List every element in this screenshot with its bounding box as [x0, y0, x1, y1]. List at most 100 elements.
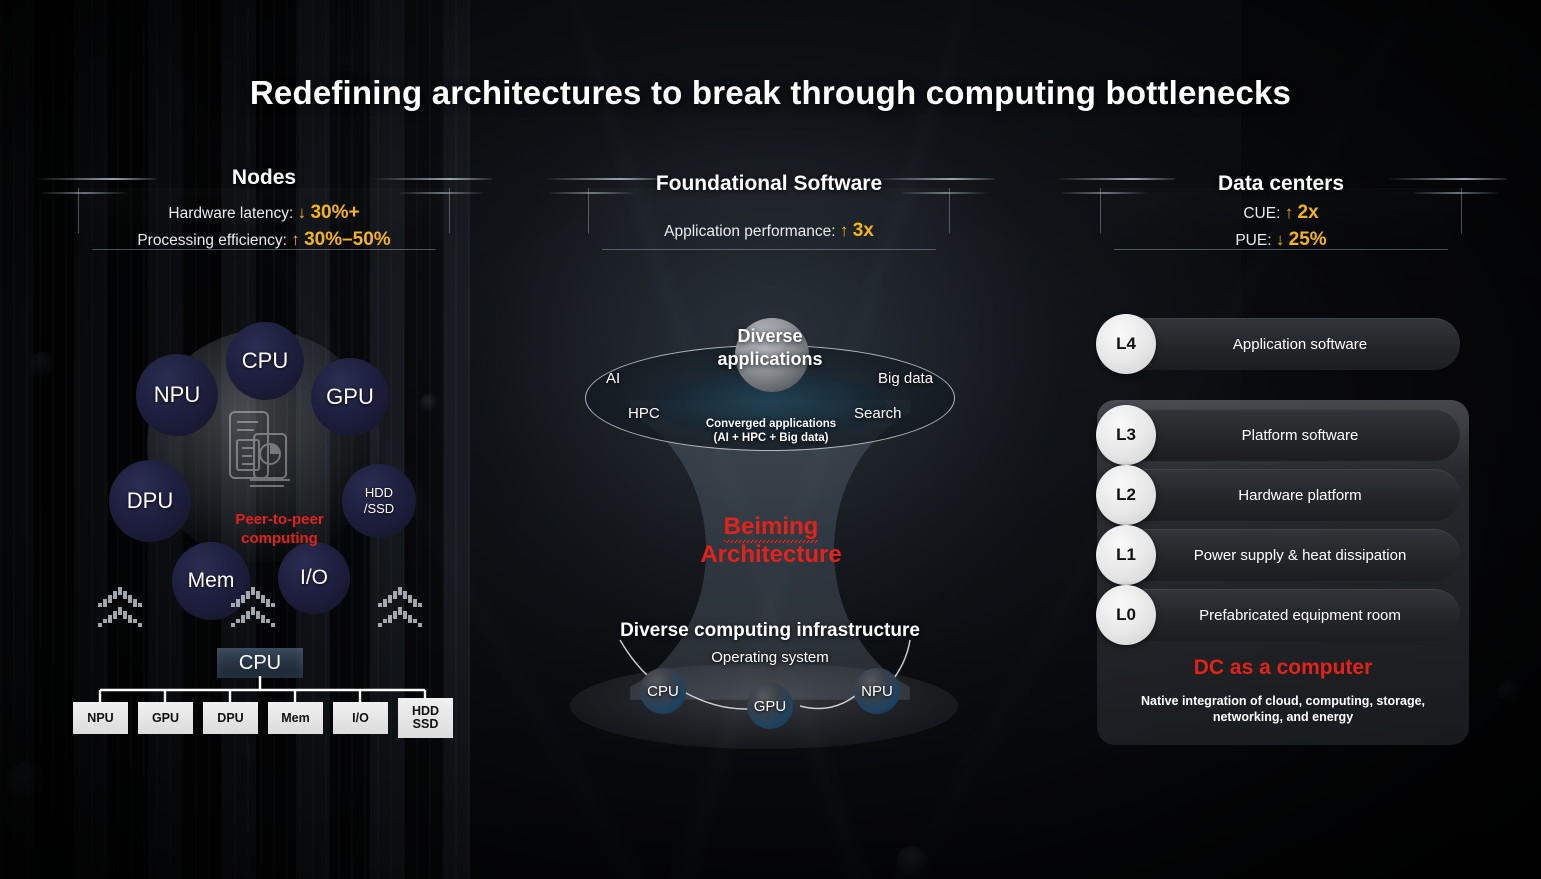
dc-layer-label: Hardware platform: [1238, 486, 1362, 504]
infra-chip-label: CPU: [647, 682, 679, 700]
metric-label: PUE:: [1235, 232, 1272, 249]
section-header-nodes: Nodes Hardware latency: ↓ 30%+ Processin…: [36, 166, 492, 276]
arrow-down-icon: ↓: [1275, 230, 1285, 249]
dc-layer-cap: L0: [1096, 585, 1156, 645]
ring-node-label: GPU: [326, 384, 374, 409]
dc-layer-label: Prefabricated equipment room: [1199, 606, 1401, 624]
arrow-down-icon: ↓: [297, 203, 307, 222]
ring-node-label: NPU: [153, 382, 201, 407]
diverse-applications-line1: Diverse: [737, 326, 803, 346]
dc-layer-l0[interactable]: L0 Prefabricated equipment room: [1096, 585, 1460, 645]
dc-layer-l4[interactable]: L4 Application software: [1096, 314, 1460, 374]
arrow-up-icon: ↑: [1284, 203, 1294, 222]
infra-chip-npu[interactable]: NPU: [854, 668, 900, 714]
dc-layer-l2[interactable]: L2 Hardware platform: [1096, 465, 1460, 525]
ring-node-cpu[interactable]: CPU: [226, 322, 304, 400]
dc-subtitle-line1: Native integration of cloud, computing, …: [1140, 694, 1426, 708]
converged-applications-caption: Converged applications (AI + HPC + Big d…: [657, 417, 885, 445]
dc-layer-cap: L1: [1096, 525, 1156, 585]
peer-to-peer-line1: Peer-to-peer: [235, 511, 324, 528]
tree-leaf-label: GPU: [151, 710, 180, 725]
infra-chip-label: NPU: [861, 682, 893, 700]
metric-row: Processing efficiency: ↑ 30%–50%: [78, 227, 450, 254]
tree-leaf-dpu[interactable]: DPU: [203, 702, 258, 734]
infra-chip-label: GPU: [753, 697, 787, 715]
metric-value: 2x: [1297, 202, 1319, 223]
data-centers-metrics: CUE: ↑ 2x PUE: ↓ 25%: [1100, 200, 1462, 254]
nodes-metrics: Hardware latency: ↓ 30%+ Processing effi…: [78, 200, 450, 254]
dc-layer-l1[interactable]: L1 Power supply & heat dissipation: [1096, 525, 1460, 585]
beiming-line1: Beiming: [665, 513, 877, 543]
arrow-up-icon: ↑: [291, 230, 300, 249]
metric-label: Processing efficiency:: [137, 232, 287, 249]
beiming-line2: Architecture: [700, 541, 842, 568]
slide-root: Redefining architectures to break throug…: [0, 0, 1541, 879]
dc-layer-label: Application software: [1232, 335, 1368, 353]
dc-subtitle-line2: networking, and energy: [1212, 710, 1354, 724]
tree-leaf-npu[interactable]: NPU: [73, 702, 128, 734]
section-header-foundational-software: Foundational Software Application perfor…: [543, 172, 995, 282]
metric-row: Application performance: ↑ 3x: [588, 218, 950, 245]
infra-chip-cpu[interactable]: CPU: [640, 668, 686, 714]
tree-leaf-label-2: SSD: [412, 717, 439, 731]
metric-row: CUE: ↑ 2x: [1100, 200, 1462, 227]
tree-root-label: CPU: [238, 651, 282, 674]
dc-layer-cap: L2: [1096, 465, 1156, 525]
ring-node-npu[interactable]: NPU: [136, 354, 218, 436]
ring-node-label: HDD: [364, 485, 394, 500]
ring-node-label: DPU: [126, 488, 174, 513]
converged-caption-line2: (AI + HPC + Big data): [713, 432, 829, 444]
arrow-up-icon: ↑: [839, 221, 849, 240]
foundational-software-metrics: Application performance: ↑ 3x: [588, 218, 950, 245]
dc-layer-cap: L4: [1096, 314, 1156, 374]
converged-caption-line1: Converged applications: [705, 418, 837, 430]
app-label-big-data: Big data: [878, 370, 934, 387]
beiming-architecture-label: Beiming Architecture: [665, 513, 877, 569]
tree-leaf-mem[interactable]: Mem: [268, 702, 323, 734]
metric-row: Hardware latency: ↓ 30%+: [78, 200, 450, 227]
ring-node-dpu[interactable]: DPU: [109, 460, 191, 542]
diverse-applications-title: Diverse applications: [690, 325, 850, 371]
tree-leaf-io[interactable]: I/O: [333, 702, 388, 734]
metric-value: 25%: [1288, 229, 1327, 250]
infra-chip-gpu[interactable]: GPU: [747, 683, 793, 729]
section-title-nodes: Nodes: [231, 166, 297, 189]
metric-value: 30%–50%: [304, 229, 391, 250]
section-header-data-centers: Data centers CUE: ↑ 2x PUE: ↓ 25%: [1055, 172, 1507, 282]
peer-to-peer-label: Peer-to-peer computing: [185, 510, 375, 548]
app-label-hpc: HPC: [628, 405, 660, 422]
tree-root-cpu[interactable]: CPU: [217, 648, 303, 678]
metric-value: 3x: [852, 220, 874, 241]
app-label-ai: AI: [606, 370, 621, 387]
metric-row: PUE: ↓ 25%: [1100, 227, 1462, 254]
dc-layer-label: Power supply & heat dissipation: [1193, 546, 1407, 564]
section-title-foundational-software: Foundational Software: [655, 172, 883, 195]
tree-leaf-gpu[interactable]: GPU: [138, 702, 193, 734]
tree-leaf-label: Mem: [281, 710, 310, 725]
ring-node-label: CPU: [241, 348, 289, 373]
beiming-word: Beiming: [723, 513, 819, 543]
dc-layer-cap: L3: [1096, 405, 1156, 465]
chevron-up-icon: [93, 585, 151, 631]
tree-leaf-label: NPU: [87, 710, 114, 725]
chevron-up-icon: [373, 585, 431, 631]
section-title-data-centers: Data centers: [1217, 172, 1345, 195]
page-title: Redefining architectures to break throug…: [249, 74, 1292, 111]
tree-leaf-hdd-ssd[interactable]: HDD SSD: [398, 698, 453, 738]
node-ring-diagram: CPU GPU HDD /SSD I/O Mem DPU NPU Peer-to…: [109, 322, 416, 620]
diverse-applications-line2: applications: [717, 349, 823, 369]
mobile-analytics-icon: [224, 408, 294, 499]
dc-as-a-computer-title: DC as a computer: [1193, 656, 1373, 679]
peer-to-peer-line2: computing: [241, 530, 318, 547]
ring-node-gpu[interactable]: GPU: [311, 358, 389, 436]
metric-value: 30%+: [310, 202, 360, 223]
dc-layer-l3[interactable]: L3 Platform software: [1096, 405, 1460, 465]
dc-as-a-computer-subtitle: Native integration of cloud, computing, …: [1118, 693, 1448, 725]
chevron-row: [85, 585, 455, 633]
tree-leaf-label: I/O: [352, 710, 369, 725]
tree-leaf-label: DPU: [217, 710, 244, 725]
metric-label: Hardware latency:: [168, 205, 294, 222]
chevron-up-icon: [226, 585, 284, 631]
metric-label: Application performance:: [664, 223, 836, 240]
metric-label: CUE:: [1243, 205, 1281, 222]
